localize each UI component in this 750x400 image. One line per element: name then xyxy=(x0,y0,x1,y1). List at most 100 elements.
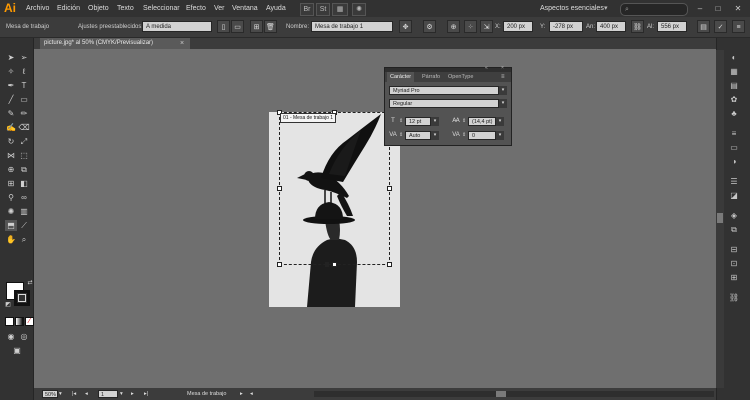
chevron-down-icon[interactable]: ▾ xyxy=(496,131,504,140)
swatches-panel-icon[interactable]: ▤ xyxy=(727,80,741,91)
artboards-panel-icon[interactable]: ⧉ xyxy=(727,224,741,235)
reference-point-icon[interactable]: ⁘ xyxy=(464,20,477,33)
gpu-icon[interactable]: ✺ xyxy=(352,3,366,16)
workspace-switcher[interactable]: Aspectos esenciales xyxy=(530,2,606,15)
pen-tool-icon[interactable]: ✒ xyxy=(5,80,17,91)
artboard-options-icon[interactable]: ⚙ xyxy=(423,20,436,33)
status-menu-arrow-icon[interactable]: ▸ xyxy=(240,388,243,400)
transform-panel-icon[interactable]: ⊡ xyxy=(727,258,741,269)
drawing-modes-icon[interactable]: ◉ xyxy=(5,331,17,342)
maximize-button[interactable]: □ xyxy=(712,3,724,14)
first-artboard-icon[interactable]: |◂ xyxy=(72,388,76,400)
x-input[interactable]: 200 px xyxy=(503,21,533,32)
bridge-icon[interactable]: Br xyxy=(300,3,314,16)
pathfinder-panel-icon[interactable]: ⊞ xyxy=(727,272,741,283)
transparency-panel-icon[interactable]: ◑ xyxy=(727,156,741,167)
last-artboard-icon[interactable]: ▸| xyxy=(144,388,148,400)
landscape-orientation-icon[interactable]: ▭ xyxy=(231,20,244,33)
chevron-down-icon[interactable]: ▾ xyxy=(499,99,507,108)
perspective-grid-tool-icon[interactable]: ⧉ xyxy=(18,164,30,175)
gradient-panel-icon[interactable]: ▭ xyxy=(727,142,741,153)
stroke-color-swatch[interactable] xyxy=(14,290,30,306)
tracking-input[interactable]: 0 xyxy=(468,131,496,140)
lasso-tool-icon[interactable]: ℓ xyxy=(18,66,30,77)
minimize-button[interactable]: – xyxy=(694,3,706,14)
stroke-panel-icon[interactable]: ≡ xyxy=(727,128,741,139)
color-mode-icon[interactable] xyxy=(5,317,14,326)
symbols-panel-icon[interactable]: ♣ xyxy=(727,108,741,119)
close-icon[interactable]: × xyxy=(501,65,504,71)
menu-edicion[interactable]: Edición xyxy=(57,0,80,17)
zoom-field[interactable]: 50% xyxy=(42,390,58,398)
color-guide-icon[interactable]: ▦ xyxy=(727,66,741,77)
font-family-field[interactable]: Myriad Pro xyxy=(389,86,499,95)
align-panel-icon[interactable]: ⊟ xyxy=(727,244,741,255)
scroll-left-icon[interactable]: ◂ xyxy=(250,388,253,400)
move-copy-artwork-icon[interactable]: ✥ xyxy=(399,20,412,33)
line-tool-icon[interactable]: ╱ xyxy=(5,94,17,105)
transform-icon[interactable]: ⇲ xyxy=(480,20,493,33)
shape-builder-tool-icon[interactable]: ⊕ xyxy=(5,164,17,175)
menu-ventana[interactable]: Ventana xyxy=(232,0,258,17)
show-center-mark-icon[interactable]: ⊕ xyxy=(447,20,460,33)
gradient-tool-icon[interactable]: ◧ xyxy=(18,178,30,189)
scale-tool-icon[interactable]: ⤢ xyxy=(18,136,30,147)
chevron-down-icon[interactable]: ▾ xyxy=(431,117,439,126)
font-size-input[interactable]: 12 pt xyxy=(405,117,431,126)
type-tool-icon[interactable]: T xyxy=(18,80,30,91)
chevron-down-icon[interactable]: ▾ xyxy=(120,388,123,400)
zoom-tool-icon[interactable]: ⌕ xyxy=(18,234,30,245)
next-artboard-icon[interactable]: ▸ xyxy=(131,388,134,400)
search-input[interactable]: ⌕ xyxy=(620,3,688,16)
artboard-name-input[interactable]: Mesa de trabajo 1 xyxy=(311,21,393,32)
leading-input[interactable]: (14,4 pt) xyxy=(468,117,496,126)
artboard-selection-frame[interactable] xyxy=(279,112,390,265)
eraser-tool-icon[interactable]: ⌫ xyxy=(18,122,30,133)
selection-handle[interactable] xyxy=(277,186,282,191)
selection-tool-icon[interactable]: ➤ xyxy=(5,52,17,63)
artboard-tool-icon[interactable]: ⬒ xyxy=(5,220,17,231)
column-graph-tool-icon[interactable]: ▥ xyxy=(18,206,30,217)
layers-panel-icon[interactable]: ◈ xyxy=(727,210,741,221)
direct-selection-tool-icon[interactable]: ➢ xyxy=(18,52,30,63)
scrollbar-thumb[interactable] xyxy=(717,213,723,223)
panel-menu-icon[interactable]: ≡ xyxy=(501,72,505,82)
magic-wand-tool-icon[interactable]: ✧ xyxy=(5,66,17,77)
menu-seleccionar[interactable]: Seleccionar xyxy=(143,0,180,17)
hand-tool-icon[interactable]: ✋ xyxy=(5,234,17,245)
portrait-orientation-icon[interactable]: ▯ xyxy=(217,20,230,33)
eyedropper-tool-icon[interactable]: ⚲ xyxy=(5,192,17,203)
blend-tool-icon[interactable]: ∞ xyxy=(18,192,30,203)
menu-archivo[interactable]: Archivo xyxy=(26,0,49,17)
graphic-styles-icon[interactable]: ◪ xyxy=(727,190,741,201)
default-fill-stroke-icon[interactable]: ◩ xyxy=(2,300,14,311)
tab-caracter[interactable]: Carácter xyxy=(387,72,415,82)
tab-opentype[interactable]: OpenType xyxy=(445,72,476,82)
menu-objeto[interactable]: Objeto xyxy=(88,0,109,17)
rotate-tool-icon[interactable]: ↻ xyxy=(5,136,17,147)
kerning-input[interactable]: Auto xyxy=(405,131,431,140)
artboard-panel-icon[interactable]: ▤ xyxy=(697,20,710,33)
new-artboard-icon[interactable]: ⊞ xyxy=(250,20,263,33)
stepper-icon[interactable]: ⇕ xyxy=(399,130,403,140)
links-panel-icon[interactable]: ⛓ xyxy=(727,292,741,303)
menu-ver[interactable]: Ver xyxy=(214,0,225,17)
y-input[interactable]: -278 px xyxy=(549,21,583,32)
chevron-down-icon[interactable]: ▾ xyxy=(604,2,614,15)
symbol-sprayer-tool-icon[interactable]: ✺ xyxy=(5,206,17,217)
vertical-scrollbar[interactable] xyxy=(716,50,724,388)
document-tab[interactable]: picture.jpg* al 50% (CMYK/Previsualizar)… xyxy=(40,38,190,49)
selection-handle[interactable] xyxy=(277,262,282,267)
width-tool-icon[interactable]: ⋈ xyxy=(5,150,17,161)
arrange-documents-icon[interactable]: ▦ xyxy=(332,3,348,16)
tab-parrafo[interactable]: Párrafo xyxy=(419,72,443,82)
exit-artboard-icon[interactable]: ✓ xyxy=(714,20,727,33)
horizontal-scrollbar[interactable] xyxy=(314,391,714,397)
chevron-down-icon[interactable]: ▾ xyxy=(496,117,504,126)
slice-tool-icon[interactable]: ⟋ xyxy=(18,220,30,231)
paintbrush-tool-icon[interactable]: ✎ xyxy=(5,108,17,119)
appearance-panel-icon[interactable]: ☰ xyxy=(727,176,741,187)
draw-inside-icon[interactable]: ◎ xyxy=(18,331,30,342)
stepper-icon[interactable]: ⇕ xyxy=(462,116,466,126)
none-mode-icon[interactable]: ⁄ xyxy=(25,317,34,326)
